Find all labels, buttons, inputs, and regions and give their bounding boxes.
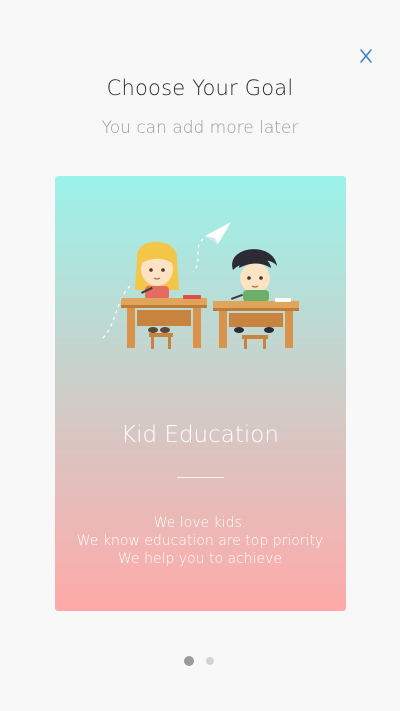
close-button[interactable] [354, 44, 378, 68]
kids-at-desks-illustration [99, 222, 299, 349]
page-dot-2[interactable] [206, 657, 214, 665]
card-divider [177, 477, 224, 478]
girl-student [135, 241, 179, 300]
page-subtitle: You can add more later [101, 118, 299, 138]
card-description-line: We help you to achieve [117, 551, 283, 567]
goal-selection-screen: Choose Your Goal You can add more later [0, 0, 400, 711]
paper-plane-icon [205, 222, 231, 244]
pagination-dots [0, 655, 400, 667]
page-dot-1-active[interactable] [184, 656, 194, 666]
desk-left [121, 295, 207, 349]
card-description-line: We love kids. [153, 515, 247, 531]
card-title: Kid Education [121, 422, 279, 448]
card-description: We love kids. We know education are top … [0, 514, 400, 568]
boy-student [231, 249, 277, 302]
page-title: Choose Your Goal [106, 76, 294, 100]
close-icon [360, 49, 372, 63]
card-description-line: We know education are top priority [76, 533, 324, 549]
desk-right [213, 298, 299, 349]
